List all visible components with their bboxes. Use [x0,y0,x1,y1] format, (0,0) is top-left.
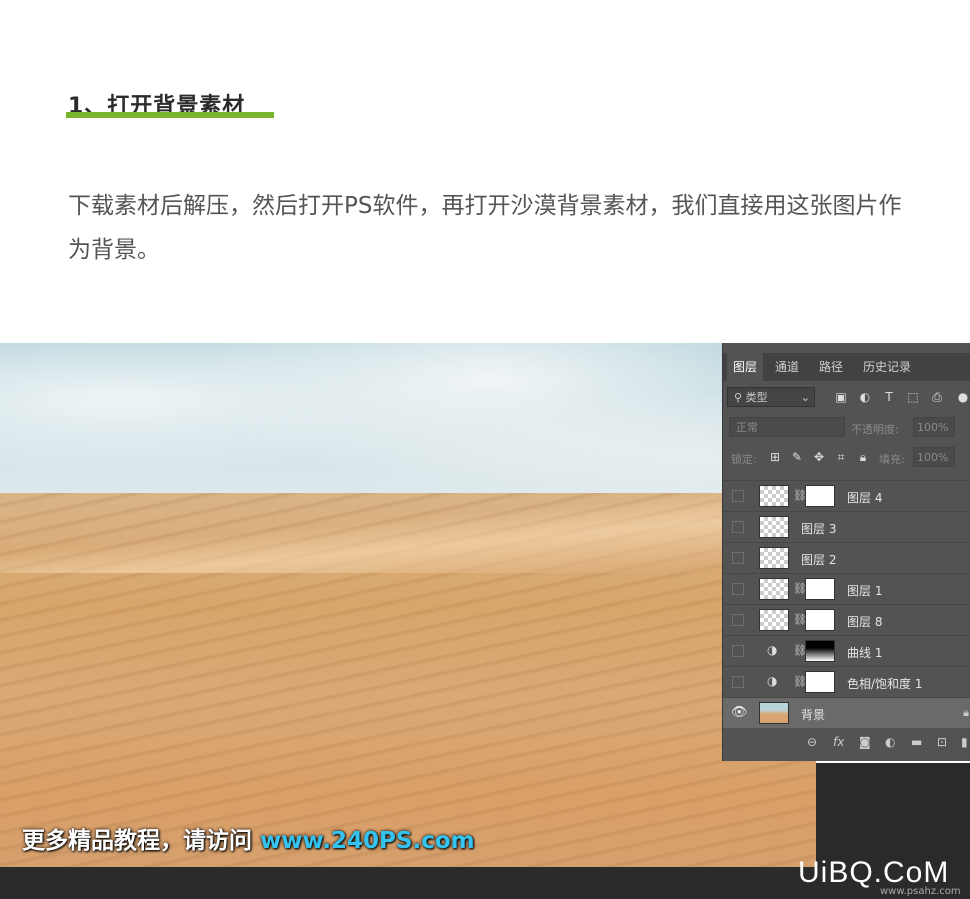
layer-thumbnail [759,547,789,569]
layer-mask [805,485,835,507]
layer-name: 图层 1 [847,584,883,598]
type-filter-icon[interactable]: T [881,389,897,405]
trash-icon[interactable]: ▮ [961,735,968,749]
filter-type-label: 类型 [745,391,768,404]
lock-artboard-icon[interactable]: ⌗ [833,449,849,465]
visibility-toggle[interactable] [732,490,744,502]
panel-bottom-toolbar: ⊖ fx ◙ ◐ ▬ ⊡ ▮ [723,729,970,757]
layer-thumbnail [759,485,789,507]
layer-name: 背景 [801,708,826,722]
layer-mask [805,640,835,662]
lock-position-icon[interactable]: ✥ [811,449,827,465]
layer-row[interactable]: ⛓ 图层 8 [723,604,970,635]
layer-thumbnail [759,609,789,631]
layer-thumbnail [759,516,789,538]
search-icon: ⚲ [734,391,746,404]
layer-name: 图层 8 [847,615,883,629]
watermark: 更多精品教程，请访问 www.240PS.com [22,821,475,855]
tab-layers[interactable]: 图层 [727,353,764,381]
lock-all-icon[interactable]: 🔒︎ [855,449,871,465]
tab-paths[interactable]: 路径 [813,353,849,381]
desert-screenshot: 更多精品教程，请访问 www.240PS.com UiBQ.CoM www.ps… [0,343,970,899]
dune-ridge [0,493,816,573]
layer-row[interactable]: ◑ ⛓ 曲线 1 [723,635,970,666]
layer-mask [805,578,835,600]
eye-icon[interactable]: 👁︎ [731,705,748,720]
folder-icon[interactable]: ▬ [911,735,922,749]
layer-name: 图层 3 [801,522,837,536]
lock-paint-icon[interactable]: ✎ [789,449,805,465]
layer-row[interactable]: ⛓ 图层 4 [723,480,970,511]
visibility-toggle[interactable] [732,552,744,564]
layers-panel: 图层 通道 路径 历史记录 ⚲ 类型 ⌄ ▣ ◐ T ⬚ ⎙ ● 正常 不透明度:… [722,343,970,761]
layer-row[interactable]: ◑ ⛓ 色相/饱和度 1 [723,666,970,697]
lock-row: 锁定: ⊞ ✎ ✥ ⌗ 🔒︎ 填充: 100% [723,443,970,473]
chevron-down-icon: ⌄ [800,391,810,404]
fill-input[interactable]: 100% [913,447,955,467]
layer-name: 图层 2 [801,553,837,567]
layer-row[interactable]: 图层 3 [723,511,970,542]
visibility-toggle[interactable] [732,645,744,657]
fill-label: 填充: [879,453,905,466]
lock-label: 锁定: [731,453,757,466]
fx-icon[interactable]: fx [833,735,844,749]
adjustment-layer-icon[interactable]: ◐ [885,735,895,749]
add-mask-icon[interactable]: ◙ [859,735,871,749]
link-layers-icon[interactable]: ⊖ [807,735,817,749]
layer-thumbnail [759,578,789,600]
lock-transparent-icon[interactable]: ⊞ [767,449,783,465]
new-layer-icon[interactable]: ⊡ [937,735,947,749]
opacity-input[interactable]: 100% [913,417,955,437]
brand-logo: UiBQ.CoM [798,856,950,889]
adjustment-filter-icon[interactable]: ◐ [857,389,873,405]
opacity-label: 不透明度: [851,423,899,436]
layer-row[interactable]: ⛓ 图层 1 [723,573,970,604]
visibility-toggle[interactable] [732,614,744,626]
layer-name: 色相/饱和度 1 [847,677,923,691]
watermark-prefix: 更多精品教程，请访问 [22,828,261,854]
background-thumbnail [759,702,789,724]
filter-row: ⚲ 类型 ⌄ ▣ ◐ T ⬚ ⎙ ● [723,383,970,413]
visibility-toggle[interactable] [732,676,744,688]
blend-row: 正常 不透明度: 100% [723,413,970,443]
smart-object-filter-icon[interactable]: ⎙ [929,389,945,405]
body-paragraph: 下载素材后解压，然后打开PS软件，再打开沙漠背景素材，我们直接用这张图片作为背景… [68,193,902,263]
layer-name: 曲线 1 [847,646,883,660]
visibility-toggle[interactable] [732,583,744,595]
layer-row[interactable]: 图层 2 [723,542,970,573]
filter-type-select[interactable]: ⚲ 类型 ⌄ [727,387,815,407]
tab-history[interactable]: 历史记录 [857,353,917,381]
shape-filter-icon[interactable]: ⬚ [905,389,921,405]
image-filter-icon[interactable]: ▣ [833,389,849,405]
hue-saturation-adjustment-icon: ◑ [767,674,778,688]
heading-underline [66,112,274,118]
filter-toggle-icon[interactable]: ● [955,389,970,405]
layer-name: 图层 4 [847,491,883,505]
blend-mode-select[interactable]: 正常 [729,417,845,437]
layer-row-selected[interactable]: 👁︎ 背景 🔒︎ [723,697,970,728]
panel-tabs: 图层 通道 路径 历史记录 [723,353,970,381]
layer-mask [805,609,835,631]
lock-icon: 🔒︎ [963,706,969,719]
layer-mask [805,671,835,693]
curves-adjustment-icon: ◑ [767,643,778,657]
brand-subtext: www.psahz.com [880,886,961,897]
visibility-toggle[interactable] [732,521,744,533]
watermark-url[interactable]: www.240PS.com [260,828,475,854]
tab-channels[interactable]: 通道 [769,353,805,381]
